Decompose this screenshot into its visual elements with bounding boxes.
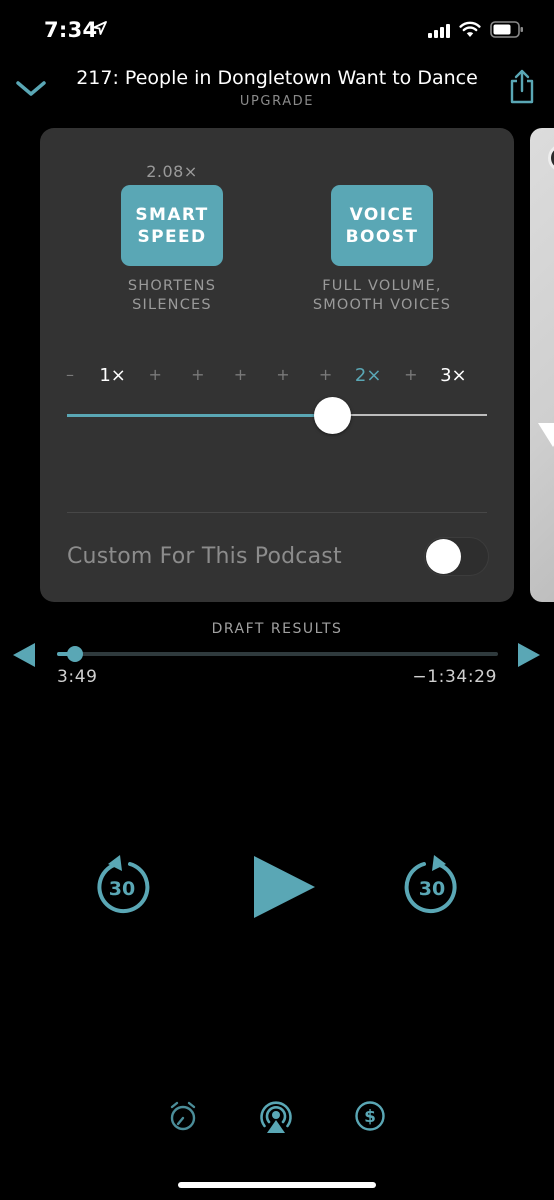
smart-speed-desc-line2: SILENCES	[132, 297, 212, 313]
airplay-icon[interactable]	[259, 1100, 293, 1134]
speed-slider-fill	[67, 414, 333, 417]
remaining-time: −1:34:29	[412, 667, 497, 687]
divider	[67, 512, 487, 513]
home-indicator	[178, 1182, 376, 1188]
next-chapter-icon[interactable]	[518, 643, 540, 667]
speed-tick-mark: +	[318, 365, 333, 384]
voice-boost-label-line2: BOOST	[345, 226, 419, 247]
artwork-logo	[548, 144, 554, 172]
speed-slider-thumb[interactable]	[313, 397, 351, 434]
speed-tick-mark: –	[66, 365, 74, 384]
progress-thumb[interactable]	[66, 646, 83, 662]
chevron-down-icon[interactable]	[14, 78, 48, 98]
chapter-title: DRAFT RESULTS	[211, 621, 343, 637]
skip-back-30-icon[interactable]: 30	[92, 852, 152, 918]
speed-tick-mark: +	[404, 365, 418, 384]
voice-boost-desc-line1: FULL VOLUME,	[322, 278, 442, 294]
smart-speed-desc-line1: SHORTENS	[127, 278, 217, 294]
sleep-timer-icon[interactable]	[168, 1100, 198, 1132]
skip-forward-label: 30	[419, 878, 445, 900]
voice-boost-button[interactable]: VOICE BOOST	[331, 185, 433, 266]
smart-speed-label-line2: SPEED	[137, 226, 207, 247]
voice-boost-desc-line2: SMOOTH VOICES	[312, 297, 452, 313]
speed-tick-label: 2×	[354, 365, 382, 386]
custom-podcast-toggle[interactable]	[424, 537, 489, 576]
voice-boost-description: FULL VOLUME, SMOOTH VOICES	[292, 277, 472, 315]
wifi-icon	[459, 21, 481, 37]
speed-tick-mark: +	[276, 365, 290, 384]
effects-panel: 2.08× SMART SPEED VOICE BOOST SHORTENS S…	[40, 128, 514, 602]
smart-speed-button[interactable]: SMART SPEED	[121, 185, 223, 266]
artwork-shape	[538, 423, 554, 447]
speed-tick-mark: +	[148, 365, 162, 384]
previous-chapter-icon[interactable]	[13, 643, 35, 667]
status-time: 7:34	[44, 18, 98, 42]
play-icon[interactable]	[254, 856, 315, 918]
smart-speed-label-line1: SMART	[135, 204, 209, 225]
episode-artwork[interactable]	[530, 128, 554, 602]
battery-icon	[490, 21, 523, 38]
speed-value: 2.08×	[146, 162, 198, 181]
svg-text:$: $	[364, 1107, 376, 1127]
smart-speed-description: SHORTENS SILENCES	[82, 277, 262, 315]
upgrade-link[interactable]: UPGRADE	[60, 94, 494, 109]
custom-podcast-label: Custom For This Podcast	[67, 544, 342, 569]
skip-forward-30-icon[interactable]: 30	[402, 852, 462, 918]
voice-boost-label-line1: VOICE	[349, 204, 415, 225]
location-arrow-icon	[93, 21, 107, 35]
speed-tick-label: 3×	[440, 365, 467, 386]
tip-jar-icon[interactable]: $	[354, 1100, 386, 1132]
share-icon[interactable]	[508, 69, 536, 105]
episode-title: 217: People in Dongletown Want to Dance	[76, 67, 478, 89]
speed-tick-mark: +	[233, 365, 248, 384]
skip-back-label: 30	[109, 878, 135, 900]
progress-track[interactable]	[57, 652, 498, 656]
toggle-knob	[426, 539, 461, 574]
elapsed-time: 3:49	[57, 667, 98, 687]
cellular-signal-icon	[428, 24, 450, 38]
speed-tick-label: 1×	[99, 365, 126, 386]
speed-tick-mark: +	[191, 365, 205, 384]
